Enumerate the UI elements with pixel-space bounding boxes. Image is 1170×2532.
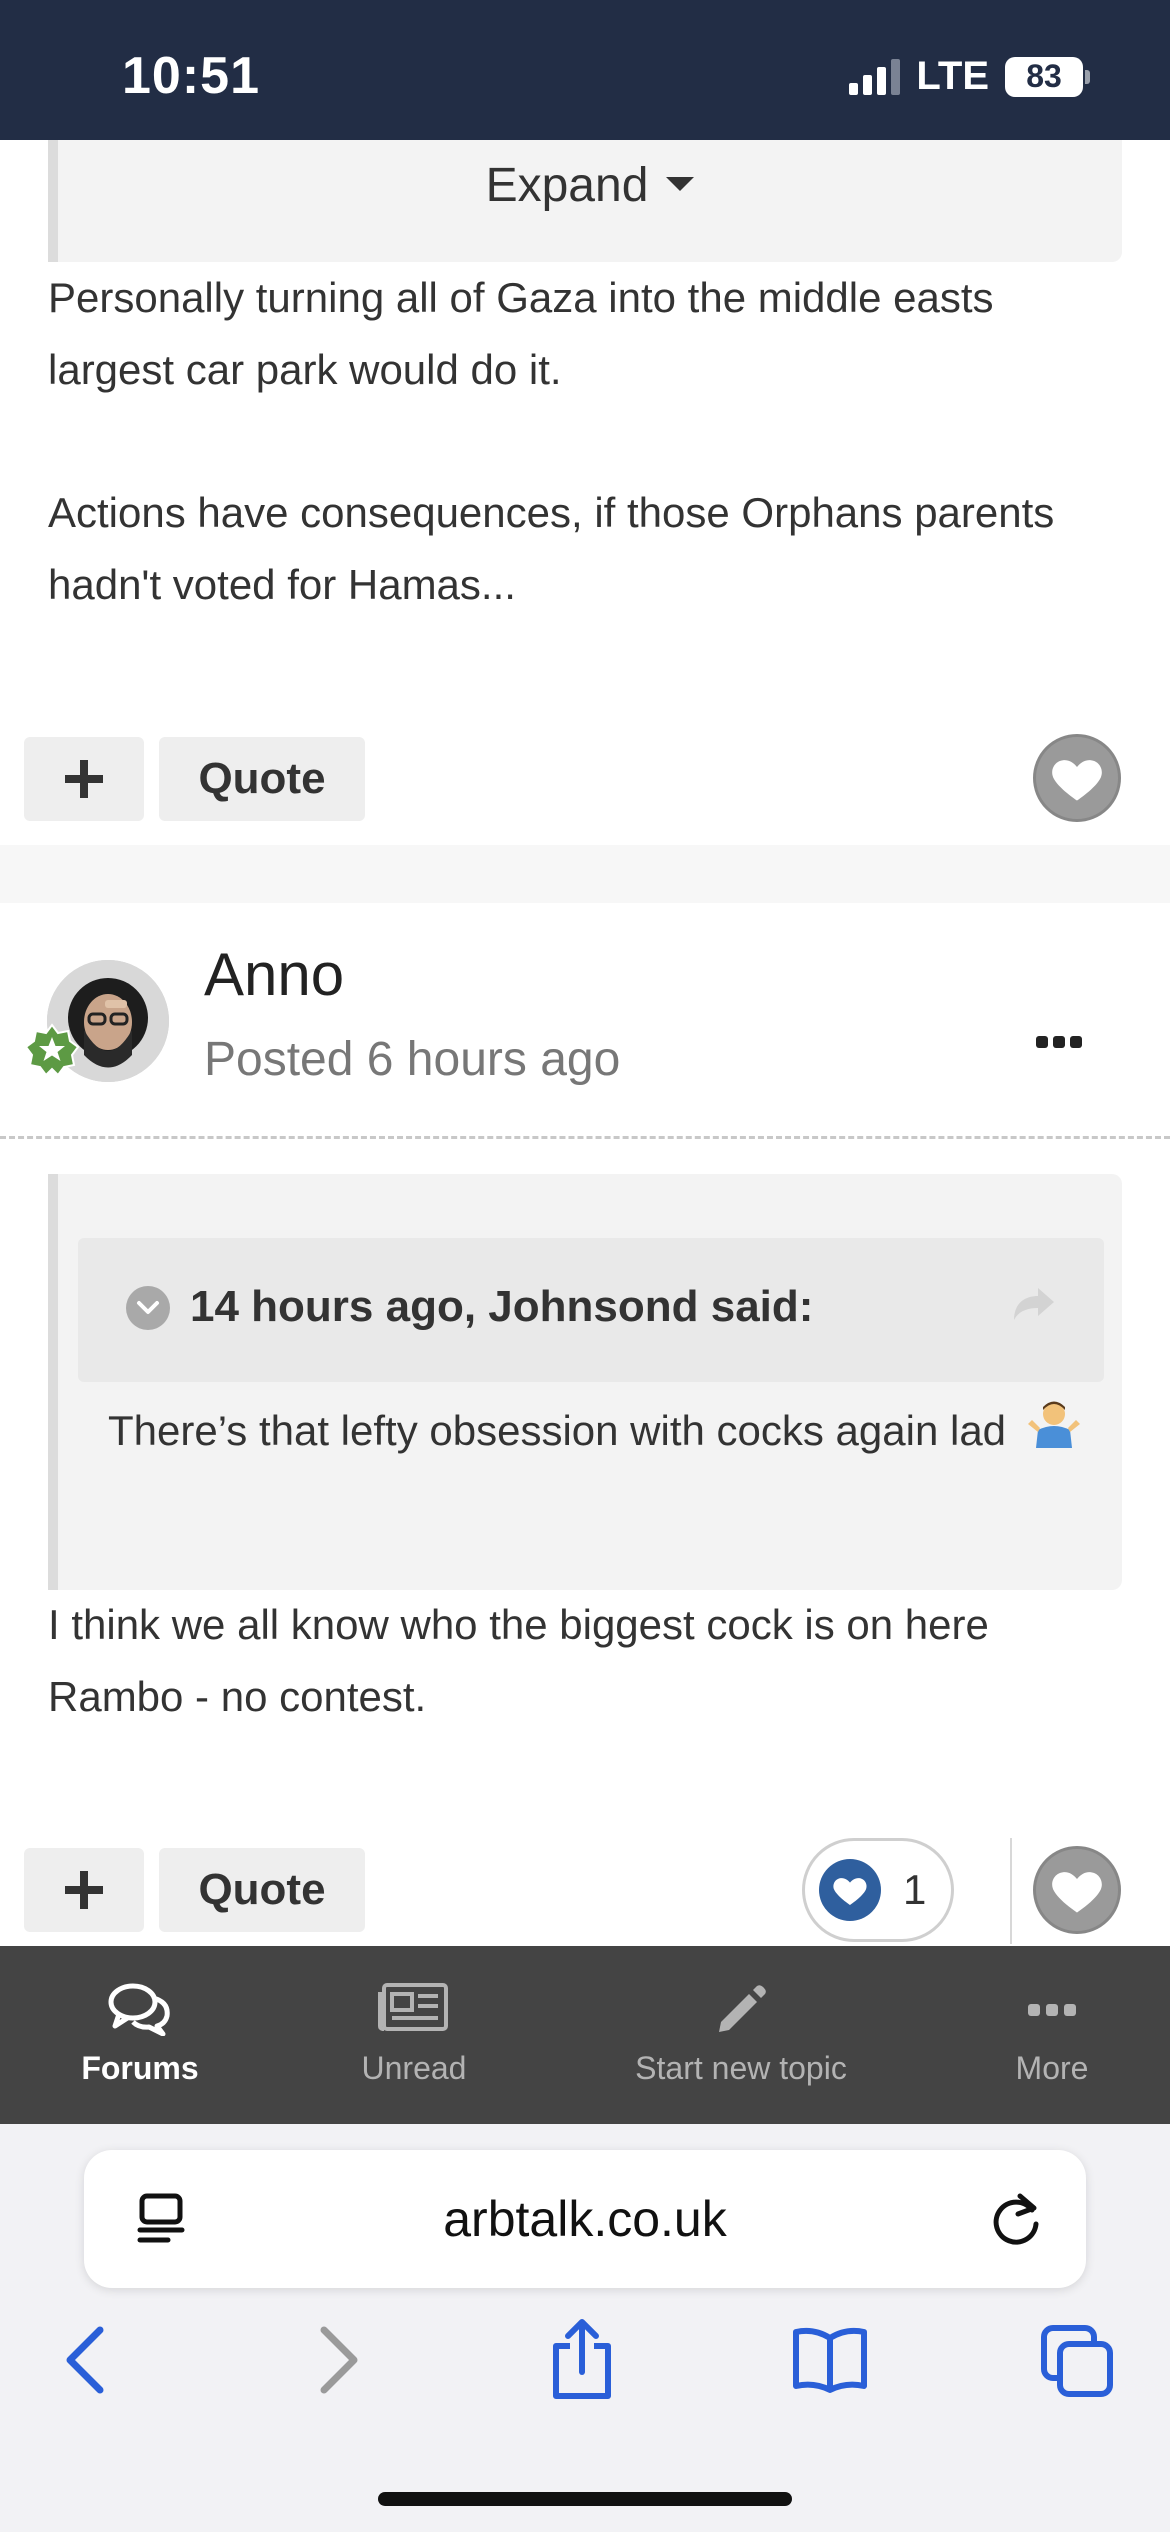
quote-button[interactable]: Quote xyxy=(159,1848,365,1932)
tabs-icon[interactable] xyxy=(1040,2324,1116,2403)
quote-expand-box: Expand xyxy=(48,140,1122,262)
goto-quote-icon[interactable] xyxy=(1010,1284,1058,1329)
status-indicators: LTE 83 xyxy=(849,54,1090,99)
post-timestamp: Posted 6 hours ago xyxy=(204,1033,621,1086)
battery-level: 83 xyxy=(1005,56,1083,97)
pencil-icon xyxy=(713,1982,769,2043)
nav-item-forums[interactable]: Forums xyxy=(40,1946,240,2124)
like-button[interactable] xyxy=(1033,734,1121,822)
quote-body: There’s that lefty obsession with cocks … xyxy=(108,1394,1098,1471)
battery-icon: 83 xyxy=(1005,56,1090,97)
heart-icon xyxy=(1052,760,1102,801)
rank-badge-icon xyxy=(24,1023,80,1079)
status-time: 10:51 xyxy=(122,47,260,105)
more-icon xyxy=(1026,1982,1078,2037)
nav-label: Forums xyxy=(81,2050,199,2086)
quote-citation-bar: 14 hours ago, Johnsond said: xyxy=(78,1238,1104,1382)
post-paragraph: I think we all know who the biggest cock… xyxy=(48,1601,989,1720)
post-separator xyxy=(0,845,1170,903)
back-icon[interactable] xyxy=(62,2324,110,2401)
caret-down-icon xyxy=(666,177,695,192)
quote-block xyxy=(48,1174,1122,1590)
post-header-divider xyxy=(0,1136,1170,1139)
forward-icon[interactable] xyxy=(314,2324,362,2401)
bookmarks-icon[interactable] xyxy=(790,2324,870,2399)
url-text: arbtalk.co.uk xyxy=(443,2191,727,2247)
like-button[interactable] xyxy=(1033,1846,1121,1934)
network-type: LTE xyxy=(916,54,989,98)
expand-label: Expand xyxy=(485,159,649,212)
forums-icon xyxy=(107,1982,173,2041)
nav-label: Start new topic xyxy=(635,2050,847,2086)
quote-button[interactable]: Quote xyxy=(159,737,365,821)
reaction-divider xyxy=(1010,1838,1012,1944)
chevron-down-icon[interactable] xyxy=(126,1286,170,1330)
home-indicator[interactable] xyxy=(378,2492,792,2506)
status-bar: 10:51 LTE 83 xyxy=(0,0,1170,140)
author-name[interactable]: Anno xyxy=(204,940,344,1009)
multiquote-add-button[interactable] xyxy=(24,737,144,821)
nav-item-start-new-topic[interactable]: Start new topic xyxy=(606,1946,876,2124)
nav-label: More xyxy=(1015,2050,1089,2086)
address-bar[interactable]: arbtalk.co.uk xyxy=(84,2150,1086,2288)
nav-label: Unread xyxy=(361,2050,467,2086)
post-paragraph: Actions have consequences, if those Orph… xyxy=(48,489,1055,608)
post-options-button[interactable] xyxy=(1036,1036,1082,1048)
reaction-summary[interactable]: 1 xyxy=(802,1838,954,1942)
reaction-count: 1 xyxy=(903,1866,927,1913)
expand-button[interactable]: Expand xyxy=(58,158,1122,213)
shrugging-person-emoji xyxy=(1026,1397,1082,1471)
quote-body-text: There’s that lefty obsession with cocks … xyxy=(108,1407,1007,1454)
heart-icon xyxy=(819,1859,881,1921)
nav-item-more[interactable]: More xyxy=(972,1946,1132,2124)
forum-bottom-nav: Forums Unread Start new topic More xyxy=(0,1946,1170,2124)
signal-icon xyxy=(849,58,901,95)
post-paragraph: Personally turning all of Gaza into the … xyxy=(48,274,994,393)
unread-icon xyxy=(378,1982,450,2037)
quote-citation: 14 hours ago, Johnsond said: xyxy=(190,1282,814,1331)
heart-icon xyxy=(1052,1872,1102,1913)
multiquote-add-button[interactable] xyxy=(24,1848,144,1932)
reload-icon[interactable] xyxy=(990,2190,1046,2253)
share-icon[interactable] xyxy=(546,2318,618,2407)
nav-item-unread[interactable]: Unread xyxy=(314,1946,514,2124)
more-icon xyxy=(1036,1036,1048,1048)
